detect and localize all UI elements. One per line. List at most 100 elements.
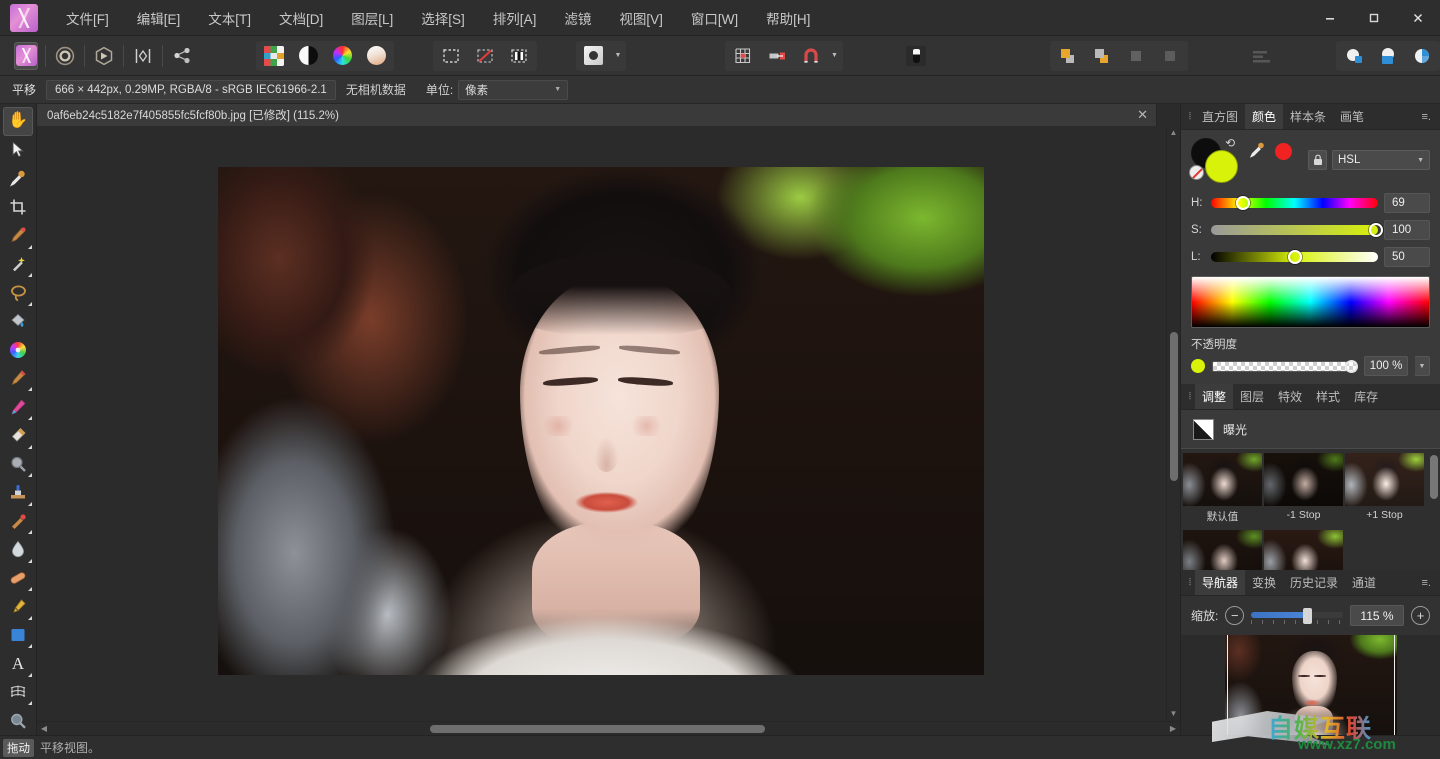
tone-mapping-persona-button[interactable] bbox=[131, 42, 155, 70]
mesh-warp-tool[interactable] bbox=[3, 678, 33, 707]
canvas-horizontal-scrollbar[interactable]: ◀ ▶ bbox=[37, 721, 1180, 735]
menu-file[interactable]: 文件[F] bbox=[52, 4, 123, 32]
crop-tool[interactable] bbox=[3, 193, 33, 222]
gradient-map-icon[interactable] bbox=[361, 42, 391, 70]
saturation-slider-knob[interactable] bbox=[1369, 223, 1383, 237]
eyedropper-icon[interactable] bbox=[1249, 141, 1266, 162]
panel-grip-icon[interactable]: ⦙⦙ bbox=[1183, 104, 1195, 129]
swap-colors-icon[interactable]: ⟲ bbox=[1225, 136, 1235, 150]
lightness-slider[interactable] bbox=[1211, 251, 1378, 263]
levels-adjustment-icon[interactable] bbox=[259, 42, 289, 70]
zoom-slider[interactable] bbox=[1251, 608, 1343, 624]
fill-stroke-swatches[interactable]: ⟲ bbox=[1191, 138, 1247, 184]
hue-slider[interactable] bbox=[1211, 197, 1378, 209]
erase-brush-tool[interactable] bbox=[3, 421, 33, 450]
selection-brush-tool[interactable] bbox=[3, 221, 33, 250]
maximize-button[interactable] bbox=[1352, 0, 1396, 36]
zoom-slider-knob[interactable] bbox=[1303, 608, 1312, 624]
zoom-out-button[interactable]: − bbox=[1225, 606, 1244, 625]
inpainting-brush-tool[interactable] bbox=[3, 507, 33, 536]
lock-icon[interactable] bbox=[1308, 150, 1327, 170]
panel-grip-icon[interactable]: ⦙⦙ bbox=[1183, 384, 1195, 409]
color-panel-menu-icon[interactable]: ≡. bbox=[1413, 104, 1440, 129]
adjustment-header[interactable]: 曝光 bbox=[1181, 410, 1440, 448]
no-color-swatch[interactable] bbox=[1189, 165, 1204, 180]
close-tab-icon[interactable]: ✕ bbox=[1125, 107, 1148, 123]
rectangle-shape-tool[interactable] bbox=[3, 621, 33, 650]
saturation-slider[interactable] bbox=[1211, 224, 1378, 236]
image-canvas[interactable] bbox=[37, 126, 1166, 721]
smudge-tool[interactable] bbox=[3, 535, 33, 564]
color-picker-tool[interactable] bbox=[3, 164, 33, 193]
lightness-value-field[interactable]: 50 bbox=[1384, 247, 1430, 267]
navigator-thumbnail[interactable] bbox=[1181, 635, 1440, 735]
scroll-right-icon[interactable]: ▶ bbox=[1166, 724, 1180, 733]
move-tool[interactable] bbox=[3, 136, 33, 165]
scroll-track-horizontal[interactable] bbox=[51, 722, 1166, 735]
menu-help[interactable]: 帮助[H] bbox=[752, 4, 824, 32]
tab-navigator[interactable]: 导航器 bbox=[1195, 570, 1245, 595]
alignment-icon[interactable] bbox=[1250, 42, 1274, 70]
artistic-text-tool[interactable]: A bbox=[3, 649, 33, 678]
preset-default[interactable]: 默认值 bbox=[1183, 453, 1262, 528]
snapping-guides-icon[interactable] bbox=[762, 42, 792, 70]
paint-mixer-tool[interactable] bbox=[3, 335, 33, 364]
preset-plus-1-stop[interactable]: +1 Stop bbox=[1345, 453, 1424, 528]
opacity-slider[interactable] bbox=[1212, 361, 1357, 372]
develop-persona-button[interactable] bbox=[92, 42, 116, 70]
blemish-removal-tool[interactable] bbox=[3, 564, 33, 593]
scroll-thumb-horizontal[interactable] bbox=[430, 725, 765, 733]
preset-extra-2[interactable] bbox=[1264, 530, 1343, 570]
hue-value-field[interactable]: 69 bbox=[1384, 193, 1430, 213]
marquee-selection-icon[interactable] bbox=[436, 42, 466, 70]
show-grid-icon[interactable] bbox=[728, 42, 758, 70]
pixel-brush-tool[interactable] bbox=[3, 392, 33, 421]
tab-transform[interactable]: 变换 bbox=[1245, 570, 1283, 595]
panel-grip-icon[interactable]: ⦙⦙ bbox=[1183, 570, 1195, 595]
tab-effects[interactable]: 特效 bbox=[1271, 384, 1309, 409]
preset-extra-1[interactable] bbox=[1183, 530, 1262, 570]
pen-tool[interactable] bbox=[3, 592, 33, 621]
scroll-up-icon[interactable]: ▲ bbox=[1170, 128, 1178, 138]
photo-persona-button[interactable] bbox=[14, 42, 38, 70]
lightness-slider-knob[interactable] bbox=[1288, 250, 1302, 264]
liquify-persona-button[interactable] bbox=[53, 42, 77, 70]
view-mirror-icon[interactable] bbox=[1373, 42, 1403, 70]
lasso-tool[interactable] bbox=[3, 278, 33, 307]
flood-fill-tool[interactable] bbox=[3, 307, 33, 336]
refine-selection-icon[interactable] bbox=[504, 42, 534, 70]
tab-adjustments[interactable]: 调整 bbox=[1195, 384, 1233, 409]
scroll-left-icon[interactable]: ◀ bbox=[37, 724, 51, 733]
magic-wand-tool[interactable] bbox=[3, 250, 33, 279]
menu-text[interactable]: 文本[T] bbox=[194, 4, 265, 32]
tab-layers[interactable]: 图层 bbox=[1233, 384, 1271, 409]
menu-filter[interactable]: 滤镜 bbox=[550, 4, 605, 32]
color-spectrum-picker[interactable] bbox=[1191, 276, 1430, 328]
view-split-icon[interactable] bbox=[1339, 42, 1369, 70]
pan-tool[interactable]: ✋ bbox=[3, 107, 33, 136]
bring-to-front-icon[interactable] bbox=[1121, 42, 1151, 70]
dodge-burn-tool[interactable] bbox=[3, 450, 33, 479]
bring-forward-icon[interactable] bbox=[1053, 42, 1083, 70]
navigator-panel-menu-icon[interactable]: ≡. bbox=[1413, 570, 1440, 595]
scroll-track-vertical[interactable] bbox=[1167, 138, 1180, 709]
tab-styles[interactable]: 样式 bbox=[1309, 384, 1347, 409]
zoom-value-field[interactable]: 115 % bbox=[1350, 605, 1404, 626]
snapping-options-caret-icon[interactable]: ▼ bbox=[828, 43, 842, 69]
tab-stock[interactable]: 库存 bbox=[1347, 384, 1385, 409]
menu-arrange[interactable]: 排列[A] bbox=[479, 4, 551, 32]
opacity-slider-knob[interactable] bbox=[1345, 360, 1358, 373]
opacity-value-field[interactable]: 100 % bbox=[1364, 356, 1408, 376]
document-tab[interactable]: 0af6eb24c5182e7f405855fc5fcf80b.jpg [已修改… bbox=[37, 104, 1157, 126]
close-button[interactable] bbox=[1396, 0, 1440, 36]
minimize-button[interactable] bbox=[1308, 0, 1352, 36]
opacity-caret-icon[interactable]: ▼ bbox=[1415, 356, 1430, 376]
canvas-vertical-scrollbar[interactable]: ▲ ▼ bbox=[1166, 126, 1180, 721]
scroll-thumb-vertical[interactable] bbox=[1170, 332, 1178, 480]
hue-slider-knob[interactable] bbox=[1236, 196, 1250, 210]
pixel-tool-icon[interactable] bbox=[904, 42, 928, 70]
magnet-snapping-icon[interactable] bbox=[796, 42, 826, 70]
menu-edit[interactable]: 编辑[E] bbox=[123, 4, 195, 32]
scroll-down-icon[interactable]: ▼ bbox=[1170, 709, 1178, 719]
navigator-view-rectangle[interactable] bbox=[1227, 635, 1395, 735]
